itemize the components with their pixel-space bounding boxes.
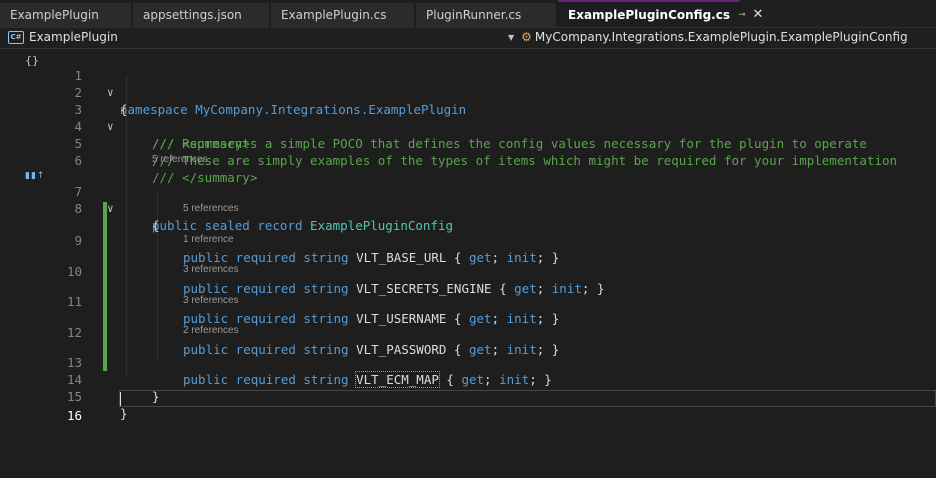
codelens-references[interactable]: 3 references xyxy=(183,264,239,276)
project-name: ExamplePlugin xyxy=(29,30,118,44)
code-line: 13 public required string VLT_ECM_MAP { … xyxy=(0,337,936,388)
code-line: 14 } xyxy=(0,354,936,404)
codelens-references[interactable]: 5 references xyxy=(183,203,239,215)
code-line: 10 public required string VLT_SECRETS_EN… xyxy=(0,246,936,296)
project-dropdown[interactable]: C# ExamplePlugin xyxy=(8,30,118,44)
tab-exampleplugin-cs[interactable]: ExamplePlugin.cs xyxy=(271,3,415,27)
tab-pluginrunner-cs[interactable]: PluginRunner.cs xyxy=(416,3,557,27)
class-icon: ⚙ xyxy=(521,30,532,44)
line-number: 16 xyxy=(66,408,82,423)
code-line: 12 public required string VLT_PASSWORD {… xyxy=(0,307,936,357)
tab-label: ExamplePlugin.cs xyxy=(281,8,387,22)
navigation-bar: C# ExamplePlugin ▼ ⚙ MyCompany.Integrati… xyxy=(0,28,936,49)
close-icon[interactable]: ✕ xyxy=(753,7,764,22)
code-line: 11 public required string VLT_USERNAME {… xyxy=(0,276,936,326)
codelens-references[interactable]: 5 references xyxy=(152,154,208,166)
code-line: 8 { xyxy=(0,183,936,233)
document-tab-strip: ExamplePlugin appsettings.json ExamplePl… xyxy=(0,0,936,28)
tab-examplepluginconfig-cs[interactable]: ExamplePluginConfig.cs ⊸ ✕ xyxy=(558,0,763,27)
chevron-down-icon[interactable]: ▼ xyxy=(508,33,514,42)
code-line: 3 ∨ /// <summary> xyxy=(0,84,936,151)
tab-label: ExamplePlugin xyxy=(10,8,99,22)
code-line: 7 ∨ public sealed record ExamplePluginCo… xyxy=(0,166,936,233)
code-line: 1 ∨ namespace MyCompany.Integrations.Exa… xyxy=(0,50,936,117)
csharp-project-icon: C# xyxy=(8,30,24,44)
member-dropdown[interactable]: ▼ ⚙ MyCompany.Integrations.ExamplePlugin… xyxy=(508,30,908,44)
codelens-references[interactable]: 1 reference xyxy=(183,234,234,246)
code-text: } xyxy=(120,406,128,421)
code-line: 4 /// Represents a simple POCO that defi… xyxy=(0,101,936,151)
tab-label: appsettings.json xyxy=(143,8,242,22)
code-line: 15 } xyxy=(0,371,936,421)
tab-label: PluginRunner.cs xyxy=(426,8,522,22)
codelens-references[interactable]: 2 references xyxy=(183,325,239,337)
code-line: 6 /// </summary> xyxy=(0,135,936,185)
code-line: 5 /// These are simply examples of the t… xyxy=(0,118,936,168)
tab-appsettings-json[interactable]: appsettings.json xyxy=(133,3,270,27)
code-editor[interactable]: {} ▮▮↑ 1 ∨ namespace MyCompany.Integrati… xyxy=(0,49,936,478)
tab-exampleplugin[interactable]: ExamplePlugin xyxy=(0,3,132,27)
member-name: MyCompany.Integrations.ExamplePlugin.Exa… xyxy=(534,30,908,44)
code-line: 2 { xyxy=(0,67,936,117)
codelens-references[interactable]: 3 references xyxy=(183,295,239,307)
tab-label: ExamplePluginConfig.cs xyxy=(568,7,730,22)
code-line: 16 xyxy=(0,390,936,423)
code-line: 9 public required string VLT_BASE_URL { … xyxy=(0,215,936,265)
pin-icon[interactable]: ⊸ xyxy=(738,10,746,20)
